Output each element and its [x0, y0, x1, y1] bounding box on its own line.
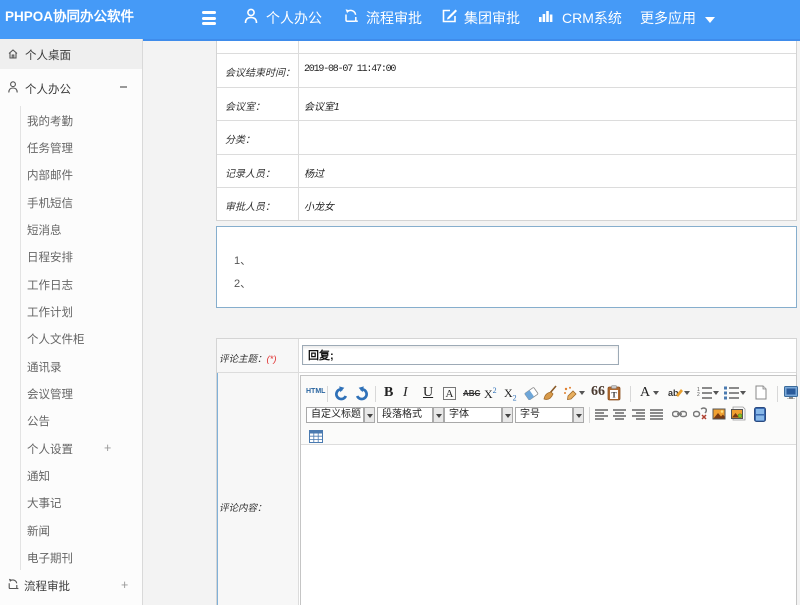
svg-text:T: T — [611, 391, 617, 400]
svg-text:ab: ab — [668, 388, 679, 398]
svg-text:2: 2 — [697, 392, 700, 398]
